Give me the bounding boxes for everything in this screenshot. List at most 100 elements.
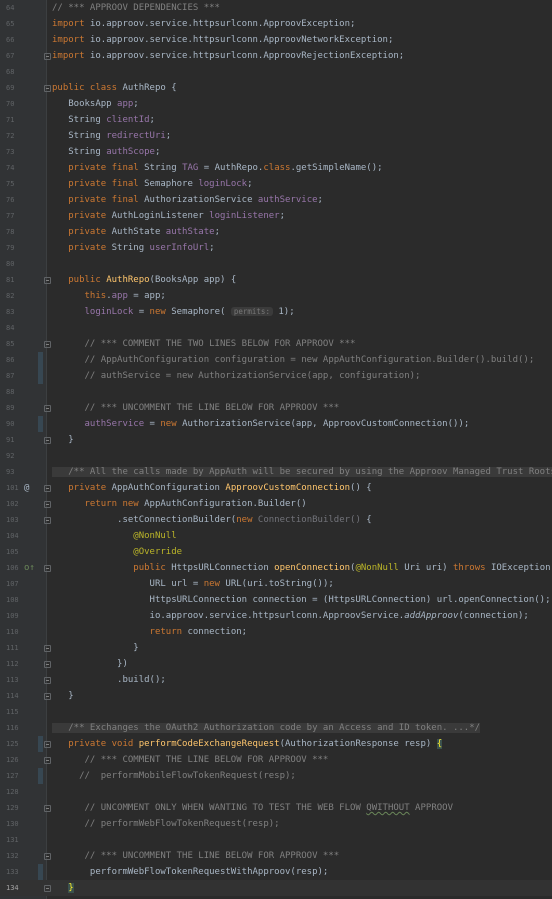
fold-toggle-icon[interactable] [44,853,51,860]
code-line[interactable]: 132 // *** UNCOMMENT THE LINE BELOW FOR … [0,848,552,864]
code-line[interactable]: 126 // *** COMMENT THE LINE BELOW FOR AP… [0,752,552,768]
code-line[interactable]: 68 [0,64,552,80]
line-number: 81 [6,276,15,284]
line-number: 127 [6,772,19,780]
fold-toggle-icon[interactable] [44,517,51,524]
code-token: TAG [182,163,199,173]
code-line[interactable]: 91 } [0,432,552,448]
code-line[interactable]: 111 } [0,640,552,656]
code-line[interactable]: 105 @Override [0,544,552,560]
fold-toggle-icon[interactable] [44,677,51,684]
code-line[interactable]: 78 private AuthState authState; [0,224,552,240]
vcs-change-marker[interactable] [38,368,43,384]
code-line[interactable]: 70 BooksApp app; [0,96,552,112]
fold-toggle-icon[interactable] [44,85,51,92]
line-number: 74 [6,164,15,172]
code-line[interactable]: 125 private void performCodeExchangeRequ… [0,736,552,752]
code-line[interactable]: 128 [0,784,552,800]
fold-toggle-icon[interactable] [44,485,51,492]
fold-toggle-icon[interactable] [44,661,51,668]
code-line[interactable]: 93 /** All the calls made by AppAuth wil… [0,464,552,480]
line-number: 90 [6,420,15,428]
code-token: new [236,515,258,525]
code-line[interactable]: 90 authService = new AuthorizationServic… [0,416,552,432]
code-token: ApproovCustomConnection [225,483,351,493]
code-line[interactable]: 134 } [0,880,552,896]
code-line[interactable]: 112 }) [0,656,552,672]
fold-toggle-icon[interactable] [44,693,51,700]
code-line[interactable]: 109 io.approov.service.httpsurlconn.Appr… [0,608,552,624]
fold-toggle-icon[interactable] [44,645,51,652]
code-line[interactable]: 113 .build(); [0,672,552,688]
fold-toggle-icon[interactable] [44,565,51,572]
code-line[interactable]: 81 public AuthRepo(BooksApp app) { [0,272,552,288]
override-gutter-icon[interactable]: o↑ [24,563,35,573]
fold-toggle-icon[interactable] [44,53,51,60]
code-line[interactable]: 130 // performWebFlowTokenRequest(resp); [0,816,552,832]
code-line[interactable]: 74 private final String TAG = AuthRepo.c… [0,160,552,176]
code-line[interactable]: 72 String redirectUri; [0,128,552,144]
code-line[interactable]: 80 [0,256,552,272]
code-line[interactable]: 79 private String userInfoUrl; [0,240,552,256]
code-line[interactable]: 77 private AuthLoginListener loginListen… [0,208,552,224]
code-line[interactable]: 110 return connection; [0,624,552,640]
code-token: AppAuthConfiguration [111,483,226,493]
code-line[interactable]: 129 // UNCOMMENT ONLY WHEN WANTING TO TE… [0,800,552,816]
code-token: String [52,115,107,125]
code-line[interactable]: 85 // *** COMMENT THE TWO LINES BELOW FO… [0,336,552,352]
fold-toggle-icon[interactable] [44,501,51,508]
code-token: } [52,643,139,653]
fold-toggle-icon[interactable] [44,741,51,748]
code-line[interactable]: 73 String authScope; [0,144,552,160]
fold-toggle-icon[interactable] [44,405,51,412]
code-line[interactable]: 106 o↑ public HttpsURLConnection openConn… [0,560,552,576]
vcs-change-marker[interactable] [38,864,43,880]
code-line[interactable]: 76 private final AuthorizationService au… [0,192,552,208]
fold-toggle-icon[interactable] [44,341,51,348]
vcs-change-marker[interactable] [38,416,43,432]
code-line[interactable]: 114 } [0,688,552,704]
fold-toggle-icon[interactable] [44,885,51,892]
code-line[interactable]: 84 [0,320,552,336]
code-line[interactable]: 67 import io.approov.service.httpsurlconn… [0,48,552,64]
code-line[interactable]: 83 loginLock = new Semaphore( permits: 1… [0,304,552,320]
code-line[interactable]: 87 // authService = new AuthorizationSer… [0,368,552,384]
code-token: = [144,419,161,429]
code-line[interactable]: 82 this.app = app; [0,288,552,304]
code-line[interactable]: 86 // AppAuthConfiguration configuration… [0,352,552,368]
code-token: // *** COMMENT THE LINE BELOW FOR APPROO… [52,755,329,765]
code-token: String [144,163,183,173]
code-token: // AppAuthConfiguration configuration = … [52,355,535,365]
code-line[interactable]: 116 /** Exchanges the OAuth2 Authorizati… [0,720,552,736]
code-line[interactable]: 108 HttpsURLConnection connection = (Htt… [0,592,552,608]
fold-toggle-icon[interactable] [44,277,51,284]
code-line[interactable]: 103 .setConnectionBuilder(new Connection… [0,512,552,528]
code-line[interactable]: 66 import io.approov.service.httpsurlconn… [0,32,552,48]
code-token: addApproov [404,611,459,621]
code-line[interactable]: 101 @ private AppAuthConfiguration Approo… [0,480,552,496]
vcs-change-marker[interactable] [38,768,43,784]
code-line[interactable]: 88 [0,384,552,400]
code-line[interactable]: 71 String clientId; [0,112,552,128]
code-line[interactable]: 69 public class AuthRepo { [0,80,552,96]
vcs-change-marker[interactable] [38,736,43,752]
code-line[interactable]: 104 @NonNull [0,528,552,544]
vcs-change-marker[interactable] [38,352,43,368]
code-line[interactable]: 102 return new AppAuthConfiguration.Buil… [0,496,552,512]
code-line[interactable]: 131 [0,832,552,848]
code-line[interactable]: 107 URL url = new URL(uri.toString()); [0,576,552,592]
fold-toggle-icon[interactable] [44,757,51,764]
code-editor[interactable]: 64 // *** APPROOV DEPENDENCIES *** 65 impor… [0,0,552,899]
code-line[interactable]: 75 private final Semaphore loginLock; [0,176,552,192]
code-line[interactable]: 133 performWebFlowTokenRequestWithApproo… [0,864,552,880]
code-line[interactable]: 89 // *** UNCOMMENT THE LINE BELOW FOR A… [0,400,552,416]
fold-toggle-icon[interactable] [44,437,51,444]
code-line[interactable]: 92 [0,448,552,464]
code-line[interactable]: 127 // performMobileFlowTokenRequest(res… [0,768,552,784]
code-token: String [52,147,107,157]
annotation-gutter-icon[interactable]: @ [24,483,29,493]
code-line[interactable]: 65 import io.approov.service.httpsurlconn… [0,16,552,32]
code-line[interactable]: 115 [0,704,552,720]
fold-toggle-icon[interactable] [44,805,51,812]
code-line[interactable]: 64 // *** APPROOV DEPENDENCIES *** [0,0,552,16]
